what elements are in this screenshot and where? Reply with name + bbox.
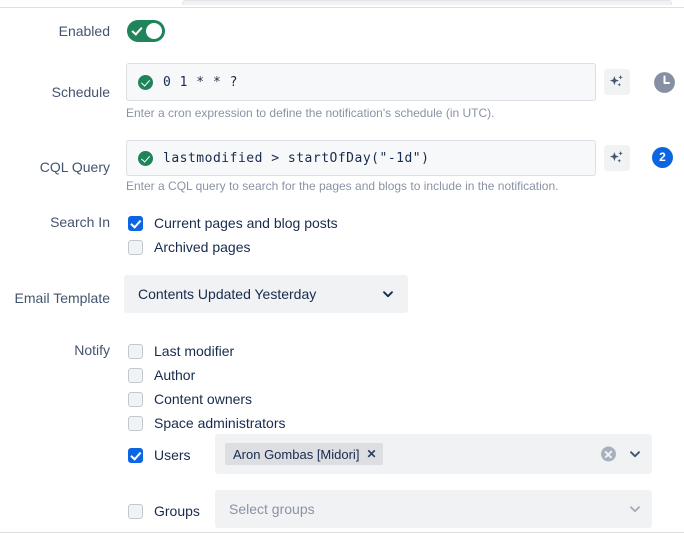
user-chip-label: Aron Gombas [Midori] [233, 446, 360, 462]
clear-circle-icon[interactable] [601, 446, 616, 462]
schedule-ai-assist-button[interactable] [604, 69, 630, 95]
cql-result-count-badge[interactable]: 2 [652, 147, 673, 168]
email-template-value: Contents Updated Yesterday [138, 286, 317, 302]
checkbox-box[interactable] [128, 503, 143, 519]
schedule-label: Schedule [51, 84, 110, 100]
schedule-helper-text: Enter a cron expression to define the no… [126, 106, 495, 120]
checkbox-box[interactable] [128, 447, 143, 463]
checkbox-label: Users [154, 447, 191, 463]
checkbox-box[interactable] [128, 415, 143, 431]
toggle-knob [146, 23, 162, 39]
checkbox-label: Space administrators [154, 415, 286, 431]
sparkle-icon [609, 75, 623, 87]
user-chip: Aron Gombas [Midori] ✕ [225, 443, 383, 465]
checkbox-space-administrators[interactable]: Space administrators [128, 414, 286, 432]
cql-query-input-value: lastmodified > startOfDay("-1d") [163, 150, 430, 166]
cql-query-label: CQL Query [39, 159, 110, 175]
groups-select[interactable]: Select groups [215, 490, 652, 528]
checkbox-users[interactable]: Users [128, 446, 191, 464]
bottom-divider [0, 532, 684, 533]
checkbox-label: Archived pages [154, 239, 251, 255]
checkbox-box[interactable] [128, 215, 143, 231]
checkbox-author[interactable]: Author [128, 366, 195, 384]
close-icon[interactable]: ✕ [366, 448, 376, 460]
cql-ai-assist-button[interactable] [604, 145, 630, 171]
notification-settings-form: Enabled Schedule 0 1 * * ? Enter a cron … [0, 0, 684, 539]
search-in-label: Search In [50, 214, 110, 230]
checkbox-box[interactable] [128, 391, 143, 407]
chevron-down-icon[interactable] [629, 448, 641, 460]
check-icon [131, 24, 143, 36]
cut-off-field-above [182, 0, 672, 5]
sparkle-icon [609, 151, 623, 163]
email-template-select[interactable]: Contents Updated Yesterday [124, 275, 408, 313]
top-divider [0, 7, 684, 8]
email-template-label: Email Template [14, 290, 110, 306]
checkbox-content-owners[interactable]: Content owners [128, 390, 252, 408]
cql-query-helper-text: Enter a CQL query to search for the page… [126, 179, 559, 193]
checkbox-last-modifier[interactable]: Last modifier [128, 342, 234, 360]
checkbox-label: Groups [154, 503, 200, 519]
chevron-down-icon[interactable] [629, 503, 641, 515]
enabled-toggle[interactable] [127, 20, 165, 42]
checkbox-current-pages[interactable]: Current pages and blog posts [128, 214, 338, 232]
schedule-input[interactable]: 0 1 * * ? [126, 63, 596, 101]
checkbox-box[interactable] [128, 367, 143, 383]
clock-icon[interactable] [652, 70, 677, 95]
notify-label: Notify [74, 342, 110, 358]
checkbox-groups[interactable]: Groups [128, 502, 200, 520]
checkbox-archived-pages[interactable]: Archived pages [128, 238, 251, 256]
checkbox-label: Current pages and blog posts [154, 215, 338, 231]
check-circle-icon [138, 150, 153, 166]
schedule-input-value: 0 1 * * ? [163, 74, 238, 90]
users-select[interactable]: Aron Gombas [Midori] ✕ [215, 434, 652, 474]
cql-query-input[interactable]: lastmodified > startOfDay("-1d") [126, 140, 596, 176]
checkbox-box[interactable] [128, 343, 143, 359]
chevron-down-icon[interactable] [382, 288, 394, 300]
groups-placeholder: Select groups [229, 501, 315, 517]
checkbox-label: Author [154, 367, 196, 383]
check-circle-icon [138, 74, 153, 90]
checkbox-label: Last modifier [154, 343, 235, 359]
checkbox-box[interactable] [128, 239, 143, 255]
enabled-label: Enabled [58, 23, 110, 39]
checkbox-label: Content owners [154, 391, 253, 407]
